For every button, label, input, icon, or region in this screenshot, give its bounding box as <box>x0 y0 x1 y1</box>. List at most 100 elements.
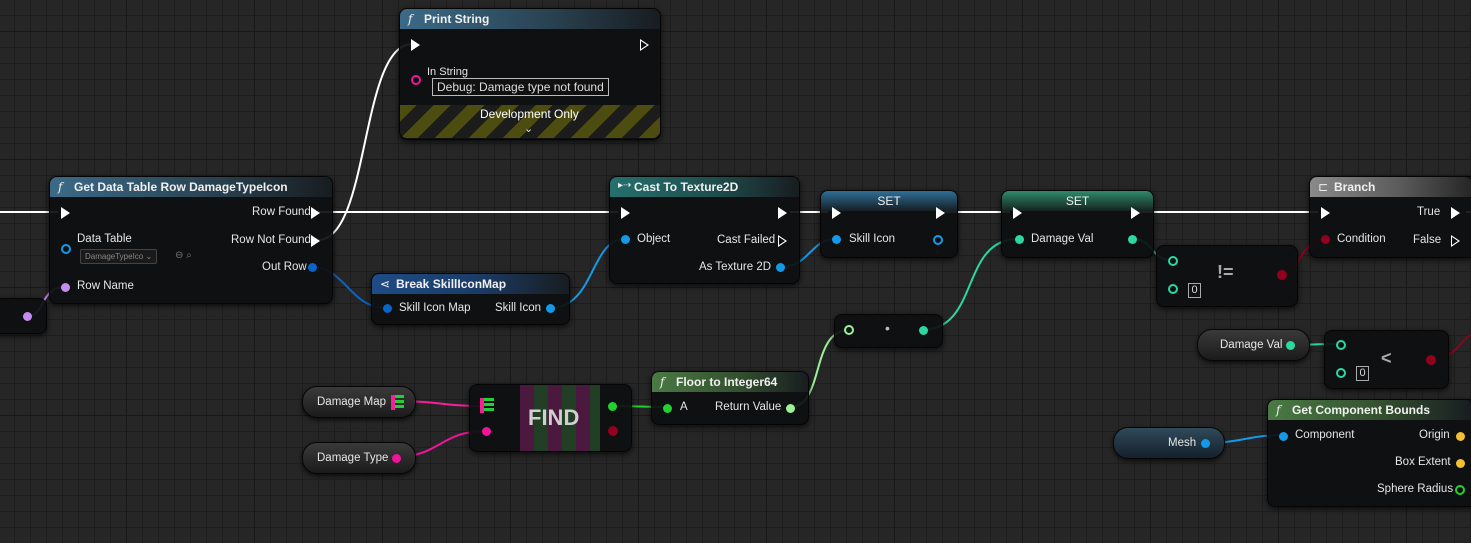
name-pin[interactable] <box>23 312 32 321</box>
damage-val-variable[interactable]: Damage Val <box>1197 329 1310 361</box>
exec-out-pin[interactable] <box>1131 207 1140 219</box>
branch-node[interactable]: ⊏ Branch True Condition False <box>1309 176 1471 258</box>
found-pin[interactable] <box>608 426 618 436</box>
floor-to-integer64-node[interactable]: f Floor to Integer64 A Return Value <box>651 371 809 425</box>
in-string-input[interactable]: Debug: Damage type not found <box>432 78 609 96</box>
sphere-radius-pin[interactable] <box>1455 485 1465 495</box>
function-icon: f <box>408 12 413 26</box>
node-header: f Print String <box>400 9 660 29</box>
false-pin[interactable] <box>1451 235 1460 247</box>
row-found-label: Row Found <box>252 206 311 218</box>
damage-val-out-pin[interactable] <box>1128 235 1137 244</box>
a-pin[interactable] <box>1168 256 1178 266</box>
exec-in-pin[interactable] <box>832 207 841 219</box>
exec-out-pin[interactable] <box>936 207 945 219</box>
map-grid-icon[interactable] <box>391 395 404 410</box>
a-pin[interactable] <box>1336 340 1346 350</box>
cast-failed-pin[interactable] <box>778 235 787 247</box>
false-label: False <box>1413 234 1442 246</box>
set-damage-val-node[interactable]: SET Damage Val <box>1001 190 1154 258</box>
damage-type-out-pin[interactable] <box>392 454 401 463</box>
chevron-down-icon[interactable]: ⌄ <box>524 122 533 135</box>
exec-in-pin[interactable] <box>1321 207 1330 219</box>
b-pin[interactable] <box>1168 284 1178 294</box>
row-found-pin[interactable] <box>311 207 320 219</box>
damage-val-in-pin[interactable] <box>1015 235 1024 244</box>
data-table-pin[interactable] <box>61 244 71 254</box>
skill-icon-map-label: Skill Icon Map <box>399 302 471 314</box>
return-value-pin[interactable] <box>786 404 795 413</box>
b-pin[interactable] <box>1336 368 1346 378</box>
exec-in-pin[interactable] <box>411 39 420 51</box>
function-icon: f <box>58 180 63 194</box>
skill-icon-out-pin[interactable] <box>933 235 943 245</box>
in-string-label: In String <box>427 66 468 78</box>
component-label: Component <box>1295 429 1355 441</box>
struct-in-pin[interactable] <box>383 304 392 313</box>
string-pin[interactable] <box>411 75 421 85</box>
exec-out-pin[interactable] <box>778 207 787 219</box>
row-not-found-pin[interactable] <box>311 235 320 247</box>
result-pin[interactable] <box>919 326 928 335</box>
skill-icon-in-pin[interactable] <box>832 235 841 244</box>
box-extent-pin[interactable] <box>1456 459 1465 468</box>
b-value-input[interactable]: 0 <box>1188 283 1201 298</box>
a-pin[interactable] <box>663 404 672 413</box>
exec-in-pin[interactable] <box>61 207 70 219</box>
damage-type-variable[interactable]: Damage Type <box>302 442 416 474</box>
get-component-bounds-node[interactable]: f Get Component Bounds Component Origin B… <box>1267 399 1471 507</box>
result-pin[interactable] <box>1426 355 1436 365</box>
out-row-pin[interactable] <box>308 263 317 272</box>
break-icon: ⋖ <box>380 277 391 291</box>
result-pin[interactable] <box>1277 270 1287 280</box>
true-pin[interactable] <box>1451 207 1460 219</box>
cast-to-texture2d-node[interactable]: ▸⇢ Cast To Texture2D Object Cast Failed A… <box>609 176 800 284</box>
row-name-label: Row Name <box>77 280 134 292</box>
node-title: Break SkillIconMap <box>396 277 507 291</box>
node-title: Get Data Table Row DamageTypeIcon <box>74 180 288 194</box>
get-data-table-row-node[interactable]: f Get Data Table Row DamageTypeIcon Row F… <box>49 176 333 304</box>
map-find-node[interactable]: FIND <box>469 384 632 452</box>
map-grid-icon[interactable] <box>480 398 494 413</box>
print-string-node[interactable]: f Print String In String Debug: Damage ty… <box>399 8 661 140</box>
condition-pin[interactable] <box>1321 235 1330 244</box>
true-label: True <box>1417 206 1441 218</box>
data-table-label: Data Table <box>77 233 132 245</box>
damage-type-label: Damage Type <box>317 452 389 464</box>
browse-icon[interactable]: ⊖ ⌕ <box>175 250 192 261</box>
as-texture-2d-pin[interactable] <box>776 263 785 272</box>
node-header: f Floor to Integer64 <box>652 372 808 392</box>
damage-map-label: Damage Map <box>317 396 387 408</box>
data-table-value: DamageTypeIco <box>85 252 144 261</box>
node-title: Cast To Texture2D <box>634 180 739 194</box>
value-pin[interactable] <box>608 402 617 411</box>
exec-in-pin[interactable] <box>621 207 630 219</box>
key-pin[interactable] <box>482 427 491 436</box>
exec-out-pin[interactable] <box>640 39 649 51</box>
exec-in-pin[interactable] <box>1013 207 1022 219</box>
not-equal-node[interactable]: 0 != <box>1156 245 1298 307</box>
a-pin[interactable] <box>844 325 854 335</box>
find-label: FIND <box>528 405 580 430</box>
skill-icon-label: Skill Icon <box>495 302 542 314</box>
skill-icon-out-pin[interactable] <box>546 304 555 313</box>
mesh-out-pin[interactable] <box>1201 439 1210 448</box>
set-skill-icon-node[interactable]: SET Skill Icon <box>820 190 958 258</box>
multiply-node[interactable]: • <box>834 314 943 348</box>
mesh-variable[interactable]: Mesh <box>1113 427 1225 459</box>
object-pin[interactable] <box>621 235 630 244</box>
less-than-node[interactable]: 0 < <box>1324 330 1449 389</box>
origin-pin[interactable] <box>1456 432 1465 441</box>
mesh-label: Mesh <box>1168 437 1197 449</box>
object-label: Object <box>637 233 671 245</box>
b-value-input[interactable]: 0 <box>1356 366 1369 381</box>
row-name-pin[interactable] <box>61 283 70 292</box>
damage-val-out-pin[interactable] <box>1286 341 1295 350</box>
origin-label: Origin <box>1419 429 1450 441</box>
data-table-dropdown[interactable]: DamageTypeIco ⌄ <box>80 249 158 264</box>
damage-map-variable[interactable]: Damage Map <box>302 386 416 418</box>
component-pin[interactable] <box>1279 432 1288 441</box>
node-header: ⊏ Branch <box>1310 177 1471 197</box>
not-equal-operator: != <box>1217 262 1234 282</box>
break-skill-icon-map-node[interactable]: ⋖ Break SkillIconMap Skill Icon Map Skill… <box>371 273 570 325</box>
